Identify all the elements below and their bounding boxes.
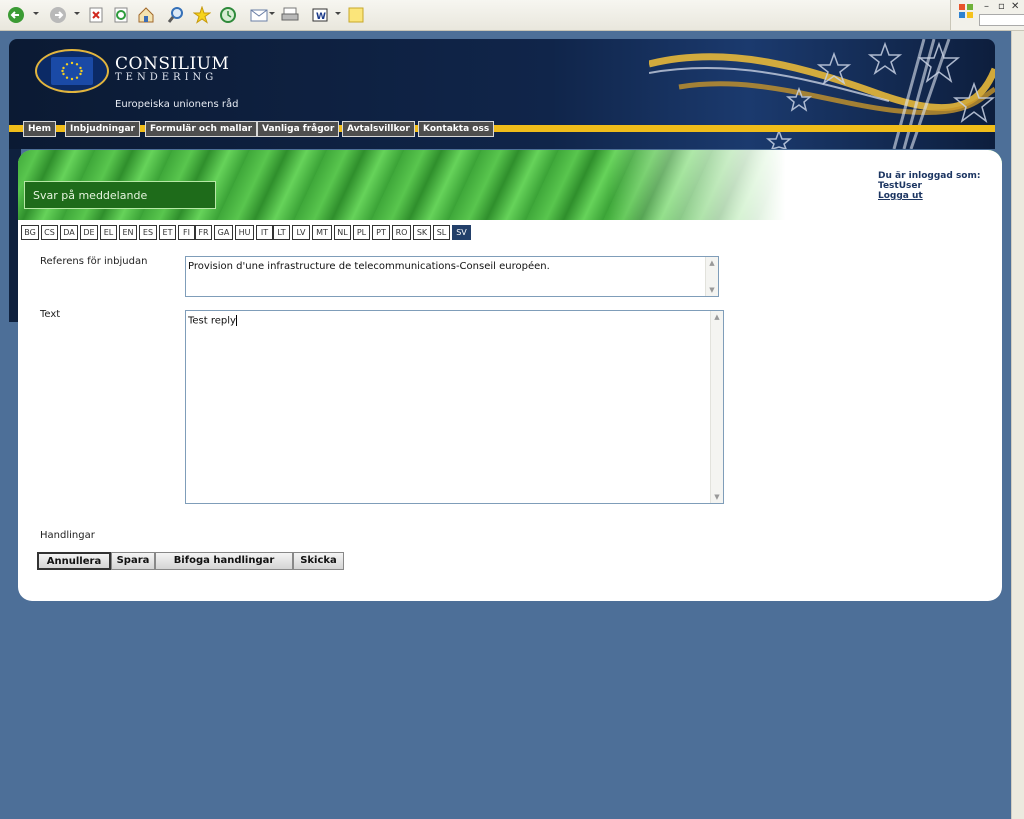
eu-flag-icon xyxy=(51,57,93,85)
lang-button-sv[interactable]: SV xyxy=(452,225,471,240)
lang-button-pl[interactable]: PL xyxy=(353,225,370,240)
nav-item-avtalsvillkor[interactable]: Avtalsvillkor xyxy=(342,121,415,137)
svg-text:W: W xyxy=(316,12,326,22)
attach-documents-button[interactable]: Bifoga handlingar xyxy=(155,552,293,570)
login-label: Du är inloggad som: xyxy=(878,171,981,181)
brand-subtitle: TENDERING xyxy=(115,72,218,83)
lang-button-lv[interactable]: LV xyxy=(292,225,310,240)
minimize-icon[interactable]: – xyxy=(984,1,989,12)
scroll-up-icon[interactable]: ▲ xyxy=(707,258,717,268)
lang-button-lt[interactable]: LT xyxy=(273,225,290,240)
text-label: Text xyxy=(40,309,61,320)
decorative-stars-swoosh xyxy=(649,39,995,149)
text-caret xyxy=(235,315,237,326)
lang-button-fr[interactable]: FR xyxy=(195,225,212,240)
nav-item-vanliga-fragor[interactable]: Vanliga frågor xyxy=(257,121,340,137)
username: TestUser xyxy=(878,181,922,191)
lang-button-it[interactable]: IT xyxy=(256,225,273,240)
lang-button-da[interactable]: DA xyxy=(60,225,78,240)
lang-button-es[interactable]: ES xyxy=(139,225,157,240)
lang-button-ga[interactable]: GA xyxy=(214,225,233,240)
word-dropdown-icon[interactable] xyxy=(335,12,341,15)
lang-button-et[interactable]: ET xyxy=(159,225,176,240)
window-scrollbar[interactable] xyxy=(1011,31,1024,819)
lang-button-pt[interactable]: PT xyxy=(372,225,390,240)
favorites-star-icon[interactable] xyxy=(192,5,212,25)
lang-button-sl[interactable]: SL xyxy=(433,225,450,240)
scroll-down-icon[interactable]: ▼ xyxy=(707,285,717,295)
council-name: Europeiska unionens råd xyxy=(115,99,239,110)
lang-button-fi[interactable]: FI xyxy=(178,225,195,240)
lang-button-el[interactable]: EL xyxy=(100,225,117,240)
send-button[interactable]: Skicka xyxy=(293,552,344,570)
back-dropdown-icon[interactable] xyxy=(33,12,39,15)
nav-item-hem[interactable]: Hem xyxy=(23,121,57,137)
reference-field[interactable]: Provision d'une infrastructure de teleco… xyxy=(185,256,719,297)
close-icon[interactable]: ✕ xyxy=(1011,1,1019,12)
lang-button-de[interactable]: DE xyxy=(80,225,98,240)
window-controls: – ▫ ✕ xyxy=(950,0,1024,31)
message-textarea[interactable]: Test reply ▲ ▼ xyxy=(185,310,724,504)
lang-button-bg[interactable]: BG xyxy=(21,225,39,240)
home-icon[interactable] xyxy=(136,5,156,25)
forward-arrow-icon[interactable] xyxy=(48,5,68,25)
lang-button-en[interactable]: EN xyxy=(119,225,137,240)
word-icon[interactable]: W xyxy=(310,5,330,25)
nav-item-inbjudningar[interactable]: Inbjudningar xyxy=(65,121,140,137)
lang-button-ro[interactable]: RO xyxy=(392,225,411,240)
stop-icon[interactable] xyxy=(86,5,106,25)
mail-icon[interactable] xyxy=(249,5,269,25)
lang-button-hu[interactable]: HU xyxy=(235,225,254,240)
login-status: Du är inloggad som: TestUser Logga ut xyxy=(878,171,980,201)
logout-link[interactable]: Logga ut xyxy=(878,191,980,201)
mini-address-field[interactable] xyxy=(979,14,1024,26)
lang-button-mt[interactable]: MT xyxy=(312,225,332,240)
restore-icon[interactable]: ▫ xyxy=(998,1,1005,12)
reference-scrollbar[interactable]: ▲ ▼ xyxy=(705,257,718,296)
note-icon[interactable] xyxy=(346,5,366,25)
scroll-up-icon[interactable]: ▲ xyxy=(712,312,722,322)
brand-name: CONSILIUM xyxy=(115,54,230,74)
scroll-down-icon[interactable]: ▼ xyxy=(712,492,722,502)
page-title: Svar på meddelande xyxy=(24,181,216,209)
eu-logo xyxy=(35,49,109,93)
lang-button-cs[interactable]: CS xyxy=(41,225,58,240)
message-scrollbar[interactable]: ▲ ▼ xyxy=(710,311,723,503)
nav-item-kontakta-oss[interactable]: Kontakta oss xyxy=(418,121,495,137)
back-arrow-icon[interactable] xyxy=(6,5,26,25)
lang-button-sk[interactable]: SK xyxy=(413,225,431,240)
reference-label: Referens för inbjudan xyxy=(40,256,148,267)
save-button[interactable]: Spara xyxy=(111,552,155,570)
search-icon[interactable] xyxy=(166,5,186,25)
site-header: CONSILIUM TENDERING Europeiska unionens … xyxy=(9,39,995,149)
browser-toolbar: W xyxy=(0,0,950,31)
reference-value: Provision d'une infrastructure de teleco… xyxy=(188,261,550,272)
main-content: Svar på meddelande Du är inloggad som: T… xyxy=(18,150,1002,601)
print-icon[interactable] xyxy=(280,5,300,25)
forward-dropdown-icon[interactable] xyxy=(74,12,80,15)
cancel-button[interactable]: Annullera xyxy=(37,552,111,570)
refresh-icon[interactable] xyxy=(111,5,131,25)
lang-button-nl[interactable]: NL xyxy=(334,225,351,240)
nav-item-formular[interactable]: Formulär och mallar xyxy=(145,121,258,137)
mail-dropdown-icon[interactable] xyxy=(269,12,275,15)
message-value: Test reply xyxy=(188,315,236,327)
windows-logo-icon xyxy=(959,4,973,18)
actions-label: Handlingar xyxy=(40,530,95,541)
history-icon[interactable] xyxy=(218,5,238,25)
